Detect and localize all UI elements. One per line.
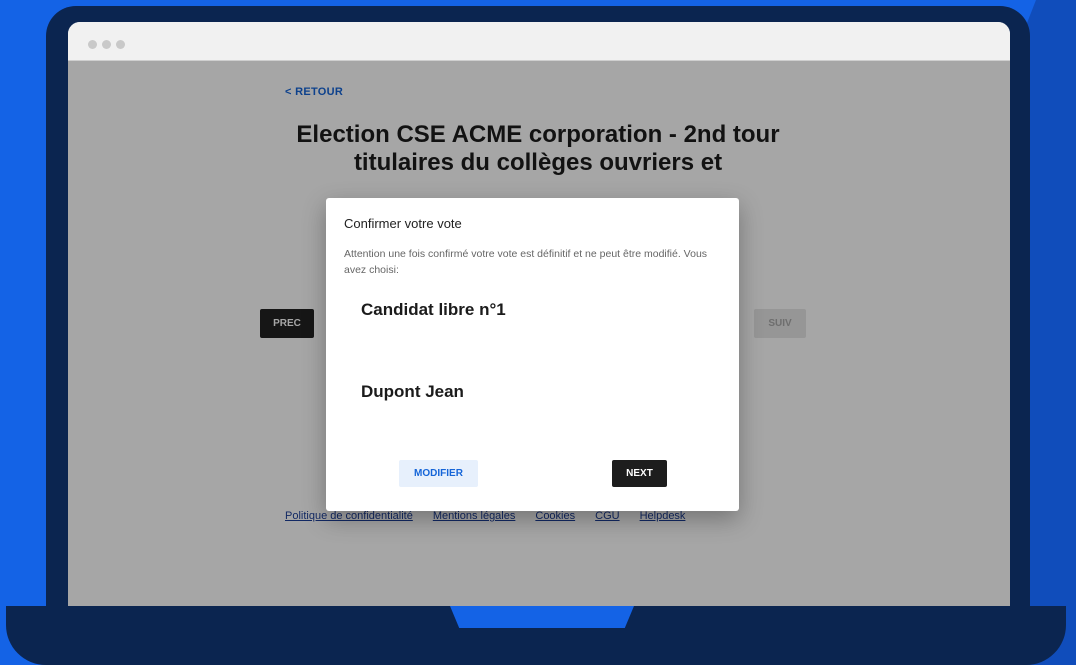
- window-dot-icon: [116, 40, 125, 49]
- laptop-notch: [450, 606, 634, 628]
- dialog-title: Confirmer votre vote: [344, 216, 462, 231]
- window-dot-icon: [88, 40, 97, 49]
- selected-choice: Candidat libre n°1: [361, 300, 506, 319]
- modify-button[interactable]: MODIFIER: [399, 460, 478, 487]
- browser-window: < RETOUR Election CSE ACME corporation -…: [68, 22, 1010, 606]
- dialog-message: Attention une fois confirmé votre vote e…: [344, 248, 708, 276]
- window-dot-icon: [102, 40, 111, 49]
- browser-titlebar: [68, 22, 1010, 61]
- confirm-next-button[interactable]: NEXT: [612, 460, 667, 487]
- selected-choice: Dupont Jean: [361, 382, 464, 401]
- confirm-vote-dialog: Confirmer votre vote Attention une fois …: [326, 198, 739, 511]
- modal-overlay[interactable]: Confirmer votre vote Attention une fois …: [68, 61, 1010, 606]
